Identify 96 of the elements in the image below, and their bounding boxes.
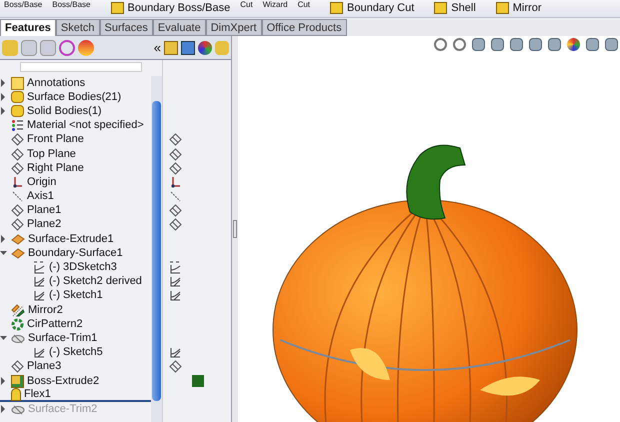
plane-icon xyxy=(11,148,24,161)
command-tab[interactable]: Sketch xyxy=(56,19,100,36)
tree-item[interactable]: Top Plane xyxy=(27,148,76,161)
tree-item[interactable]: Origin xyxy=(27,176,56,189)
status-origin-icon xyxy=(169,176,182,189)
tree-item[interactable]: (-) Sketch1 xyxy=(49,289,103,302)
tree-item[interactable]: Surface Bodies(21) xyxy=(27,90,122,104)
tree-item[interactable]: Right Plane xyxy=(27,162,84,175)
cube-icon[interactable] xyxy=(181,40,195,54)
tree-item[interactable]: Annotations xyxy=(27,76,86,90)
status-plane-icon xyxy=(169,360,182,374)
collapse-arrow-icon[interactable] xyxy=(0,249,8,258)
scroll-thumb[interactable] xyxy=(152,101,161,401)
axis-icon xyxy=(11,190,24,204)
feature-icon xyxy=(330,2,344,14)
feature-icon xyxy=(434,2,448,14)
tree-item[interactable]: (-) Sketch2 derived xyxy=(49,275,142,288)
command-tab[interactable]: Evaluate xyxy=(152,19,206,36)
surface-trim-icon xyxy=(11,332,25,345)
command-tab[interactable]: Surfaces xyxy=(100,19,153,36)
tree-item[interactable]: Material <not specified> xyxy=(27,119,144,132)
ribbon-command[interactable]: Wizard xyxy=(262,0,288,9)
plane-icon xyxy=(11,360,24,374)
tree-item[interactable]: Boss-Extrude2 xyxy=(27,374,100,388)
ribbon-command[interactable]: Boss/Base xyxy=(52,0,90,9)
tree-item[interactable]: Solid Bodies(1) xyxy=(27,104,102,118)
expand-arrow-icon[interactable] xyxy=(0,235,8,244)
collapse-panel-button[interactable]: « xyxy=(154,41,161,54)
surface-feature-icon xyxy=(11,232,25,246)
status-plane-icon xyxy=(169,204,182,218)
status-plane-icon xyxy=(169,133,182,146)
status-sketch-icon xyxy=(169,275,182,288)
tree-item[interactable]: Boundary-Surface1 xyxy=(28,246,123,260)
zoom-area-icon[interactable] xyxy=(453,38,466,51)
ribbon-command[interactable]: Boundary Boss/Base xyxy=(110,0,230,16)
surface-trim-icon xyxy=(11,402,25,416)
zoom-to-fit-icon[interactable] xyxy=(434,38,447,51)
tree-item[interactable]: Flex1 xyxy=(24,388,51,401)
origin-icon xyxy=(11,176,24,189)
plane-icon xyxy=(11,204,24,218)
sketch-icon xyxy=(33,275,46,288)
folder-icon xyxy=(11,91,24,104)
appearance-tab-icon[interactable] xyxy=(78,40,94,56)
sketch-icon xyxy=(33,346,46,360)
ribbon-command[interactable]: Boss/Base xyxy=(4,0,42,9)
crosshair-icon[interactable] xyxy=(59,40,75,56)
plane-icon xyxy=(11,218,24,232)
folder-icon xyxy=(11,105,24,118)
feature-icon xyxy=(496,2,509,14)
mirror-feature-icon xyxy=(11,304,25,317)
ribbon-command[interactable]: Shell xyxy=(434,0,476,16)
tree-item[interactable]: Plane3 xyxy=(27,360,62,374)
status-plane-icon xyxy=(169,162,182,175)
scrollbar[interactable] xyxy=(151,76,162,422)
filter-field[interactable] xyxy=(20,62,142,72)
circular-pattern-icon xyxy=(11,318,24,331)
plane-icon xyxy=(11,133,24,146)
expand-arrow-icon[interactable] xyxy=(0,79,8,88)
tree-item[interactable]: (-) 3DSketch3 xyxy=(49,261,117,274)
ribbon-command[interactable]: Boundary Cut xyxy=(330,0,414,16)
command-tab[interactable]: DimXpert xyxy=(206,19,262,36)
3d-sketch-icon xyxy=(33,261,46,274)
tree-item[interactable]: Surface-Extrude1 xyxy=(28,232,114,246)
surface-feature-icon xyxy=(11,246,25,260)
command-tab[interactable]: Features xyxy=(0,19,56,36)
expand-arrow-icon[interactable] xyxy=(0,93,8,102)
tree-item[interactable]: Axis1 xyxy=(27,190,54,204)
tree-item[interactable]: Plane2 xyxy=(27,218,62,232)
extrude-icon xyxy=(11,374,24,388)
color-wheel-icon[interactable] xyxy=(198,40,212,54)
expand-arrow-icon[interactable] xyxy=(0,107,8,116)
ribbon-command[interactable]: Cut xyxy=(240,0,253,9)
status-sketch-icon xyxy=(169,346,182,360)
tree-item[interactable]: Plane1 xyxy=(27,204,62,218)
tree-item[interactable]: Front Plane xyxy=(27,133,84,146)
flex-feature-icon xyxy=(11,388,21,401)
splitter-handle[interactable] xyxy=(233,220,237,238)
tree-item[interactable]: Surface-Trim1 xyxy=(28,332,98,345)
sketch-icon xyxy=(33,289,46,302)
tree-item[interactable]: (-) Sketch5 xyxy=(49,346,103,360)
command-tab[interactable]: Office Products xyxy=(262,19,347,36)
collapse-arrow-icon[interactable] xyxy=(0,334,8,342)
material-icon xyxy=(11,119,24,132)
tree-item[interactable]: CirPattern2 xyxy=(27,318,83,331)
tree-item[interactable]: Mirror2 xyxy=(28,304,63,317)
status-3d-sketch-icon xyxy=(169,261,182,274)
status-sketch-icon xyxy=(169,289,182,302)
ribbon-command[interactable]: Cut xyxy=(298,0,310,9)
status-plane-icon xyxy=(169,148,182,161)
status-axis-icon xyxy=(169,190,182,204)
expand-arrow-icon[interactable] xyxy=(0,377,8,386)
appearance-icon[interactable] xyxy=(567,38,580,51)
status-plane-icon xyxy=(169,218,182,232)
plane-icon xyxy=(11,162,24,175)
ribbon-command[interactable]: Mirror xyxy=(496,0,542,16)
feature-icon xyxy=(110,2,124,14)
